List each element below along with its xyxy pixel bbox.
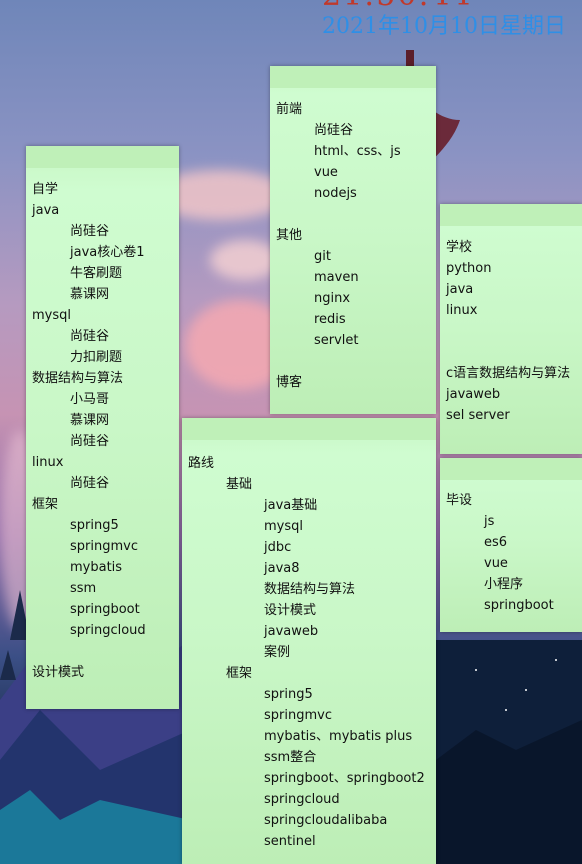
note-line[interactable]: git	[276, 246, 430, 267]
note-line[interactable]: redis	[276, 309, 430, 330]
note-line[interactable]: java核心卷1	[32, 242, 173, 263]
note-line[interactable]: jdbc	[188, 537, 430, 558]
note-line[interactable]: 设计模式	[32, 662, 173, 683]
note-line[interactable]: javaweb	[188, 621, 430, 642]
blank-line[interactable]	[276, 351, 430, 372]
note-line[interactable]: 框架	[32, 494, 173, 515]
note-line[interactable]: springboot	[32, 599, 173, 620]
note-line[interactable]: springboot、springboot2	[188, 768, 430, 789]
note-line[interactable]: 路线	[188, 453, 430, 474]
note-line[interactable]: springcloudalibaba	[188, 810, 430, 831]
note-line[interactable]: mysql	[32, 305, 173, 326]
note-line[interactable]: java8	[188, 558, 430, 579]
note-line[interactable]: linux	[32, 452, 173, 473]
note-title-bar[interactable]	[270, 66, 436, 88]
note-line[interactable]: springmvc	[32, 536, 173, 557]
blank-line[interactable]	[446, 342, 576, 363]
note-line[interactable]: vue	[276, 162, 430, 183]
note-title-bar[interactable]	[182, 418, 436, 440]
note-line[interactable]: 小程序	[446, 574, 576, 595]
note-line[interactable]: 牛客刷题	[32, 263, 173, 284]
note-line[interactable]: python	[446, 258, 576, 279]
note-content[interactable]: 自学 java 尚硅谷 java核心卷1 牛客刷题 慕课网 mysql 尚硅谷 力扣刷题 数据结构…	[26, 168, 179, 683]
note-line[interactable]: mybatis	[32, 557, 173, 578]
note-line[interactable]: 尚硅谷	[32, 473, 173, 494]
note-content[interactable]: 学校 python java linux c语言数据结构与算法 javaweb sel se…	[440, 226, 582, 426]
note-line[interactable]: mybatis、mybatis plus	[188, 726, 430, 747]
blank-line[interactable]	[32, 641, 173, 662]
note-content[interactable]: 前端 尚硅谷 html、css、js vue nodejs 其他 git maven nginx…	[270, 88, 436, 393]
sticky-note-self-study[interactable]: 自学 java 尚硅谷 java核心卷1 牛客刷题 慕课网 mysql 尚硅谷 力扣刷题 数据结构…	[26, 146, 179, 709]
blank-line[interactable]	[446, 321, 576, 342]
blank-line[interactable]	[276, 204, 430, 225]
note-title-bar[interactable]	[440, 204, 582, 226]
note-line[interactable]: 设计模式	[188, 600, 430, 621]
sticky-note-graduation[interactable]: 毕设 js es6 vue 小程序 springboot	[440, 458, 582, 632]
sticky-note-frontend[interactable]: 前端 尚硅谷 html、css、js vue nodejs 其他 git maven nginx…	[270, 66, 436, 414]
note-line[interactable]: html、css、js	[276, 141, 430, 162]
note-line[interactable]: 尚硅谷	[32, 431, 173, 452]
note-line[interactable]: javaweb	[446, 384, 576, 405]
note-line[interactable]: ssm	[32, 578, 173, 599]
note-line[interactable]: 慕课网	[32, 284, 173, 305]
note-line[interactable]: js	[446, 511, 576, 532]
note-line[interactable]: 尚硅谷	[276, 120, 430, 141]
note-title-bar[interactable]	[26, 146, 179, 168]
note-line[interactable]: servlet	[276, 330, 430, 351]
note-line[interactable]: nodejs	[276, 183, 430, 204]
note-line[interactable]: 自学	[32, 179, 173, 200]
note-line[interactable]: c语言数据结构与算法	[446, 363, 576, 384]
forest-scene	[436, 640, 582, 864]
note-line[interactable]: sel server	[446, 405, 576, 426]
note-line[interactable]: springmvc	[188, 705, 430, 726]
note-line[interactable]: ssm整合	[188, 747, 430, 768]
note-line[interactable]: java	[32, 200, 173, 221]
note-line[interactable]: 基础	[188, 474, 430, 495]
note-line[interactable]: linux	[446, 300, 576, 321]
note-line[interactable]: 尚硅谷	[32, 326, 173, 347]
note-content[interactable]: 路线 基础 java基础 mysql jdbc java8 数据结构与算法 设计模式 javaw…	[182, 440, 436, 852]
note-line[interactable]: 毕设	[446, 490, 576, 511]
note-line[interactable]: spring5	[188, 684, 430, 705]
note-line[interactable]: sentinel	[188, 831, 430, 852]
note-line[interactable]: 博客	[276, 372, 430, 393]
note-line[interactable]: es6	[446, 532, 576, 553]
note-line[interactable]: spring5	[32, 515, 173, 536]
note-line[interactable]: mysql	[188, 516, 430, 537]
note-line[interactable]: java基础	[188, 495, 430, 516]
note-line[interactable]: vue	[446, 553, 576, 574]
note-line[interactable]: nginx	[276, 288, 430, 309]
note-line[interactable]: 其他	[276, 225, 430, 246]
note-line[interactable]: maven	[276, 267, 430, 288]
note-line[interactable]: 力扣刷题	[32, 347, 173, 368]
note-line[interactable]: springcloud	[188, 789, 430, 810]
note-line[interactable]: 框架	[188, 663, 430, 684]
note-line[interactable]: 案例	[188, 642, 430, 663]
note-line[interactable]: 尚硅谷	[32, 221, 173, 242]
note-line[interactable]: java	[446, 279, 576, 300]
sticky-note-route[interactable]: 路线 基础 java基础 mysql jdbc java8 数据结构与算法 设计模式 javaw…	[182, 418, 436, 864]
note-title-bar[interactable]	[440, 458, 582, 480]
note-line[interactable]: springcloud	[32, 620, 173, 641]
note-line[interactable]: 慕课网	[32, 410, 173, 431]
clock-date: 2021年10月10日星期日	[322, 14, 566, 39]
clock-time: 21:50:44	[0, 0, 582, 8]
note-line[interactable]: 数据结构与算法	[188, 579, 430, 600]
note-line[interactable]: 小马哥	[32, 389, 173, 410]
note-line[interactable]: 前端	[276, 99, 430, 120]
note-line[interactable]: 数据结构与算法	[32, 368, 173, 389]
sticky-note-school[interactable]: 学校 python java linux c语言数据结构与算法 javaweb sel se…	[440, 204, 582, 454]
note-line[interactable]: 学校	[446, 237, 576, 258]
note-line[interactable]: springboot	[446, 595, 576, 616]
note-content[interactable]: 毕设 js es6 vue 小程序 springboot	[440, 480, 582, 616]
